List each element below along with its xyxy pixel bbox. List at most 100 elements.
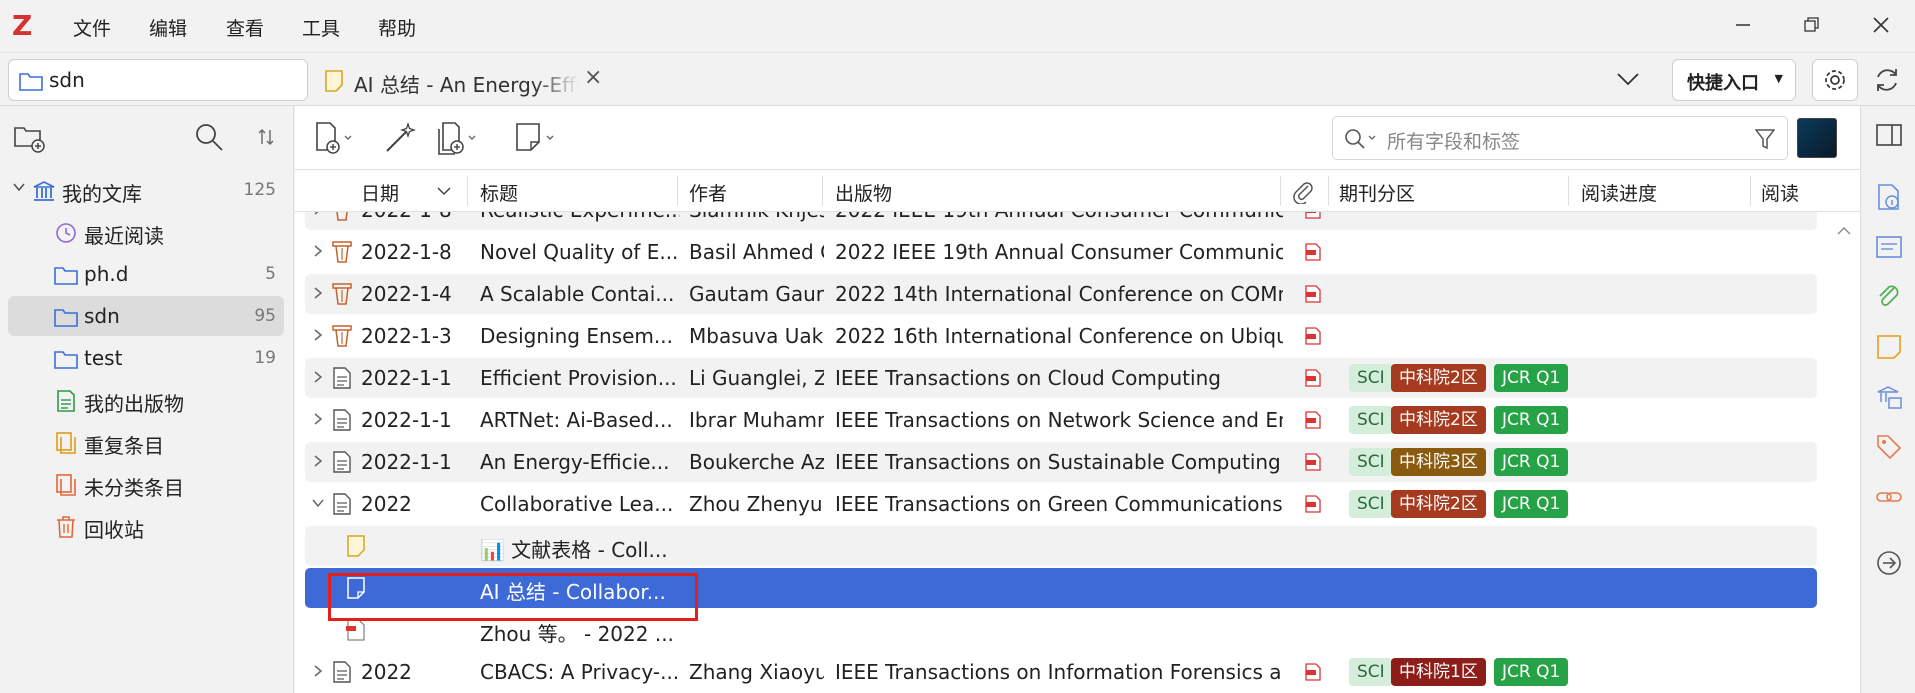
tag-sci: SCI: [1349, 406, 1393, 434]
filter-icon[interactable]: [1755, 128, 1775, 150]
abstract-icon[interactable]: [1874, 232, 1904, 262]
sort-descending-icon[interactable]: [437, 186, 451, 196]
conference-paper-icon: [332, 325, 352, 347]
new-item-icon[interactable]: [313, 120, 352, 156]
notes-icon[interactable]: [1874, 332, 1904, 362]
search-icon[interactable]: [192, 120, 226, 154]
close-window-icon[interactable]: [1866, 10, 1896, 40]
column-read-progress[interactable]: 阅读进度: [1581, 179, 1657, 206]
child-note-row[interactable]: 📊 文献表格 - Coll...: [305, 526, 1817, 566]
sort-icon[interactable]: [250, 120, 284, 154]
collection-count: 125: [243, 180, 276, 200]
collection-my-publications[interactable]: 我的出版物: [8, 380, 284, 420]
tag-jcr: JCR Q1: [1494, 448, 1569, 476]
chevron-right-icon[interactable]: [311, 286, 325, 300]
chevron-right-icon[interactable]: [311, 664, 325, 678]
recent-icon: [56, 223, 76, 243]
chevron-right-icon[interactable]: [311, 328, 325, 342]
pdf-icon[interactable]: [1305, 663, 1321, 681]
table-row[interactable]: 2022-1-3 Designing Ensem... Mbasuva Uakc…: [305, 316, 1817, 356]
tab-note[interactable]: AI 总结 - An Energy-Effic ×: [322, 59, 612, 101]
journal-article-icon: [333, 493, 351, 515]
toggle-pane-icon[interactable]: [1874, 120, 1904, 150]
add-by-identifier-icon[interactable]: [382, 120, 418, 156]
tab-library[interactable]: sdn: [8, 59, 308, 101]
gear-icon[interactable]: [1812, 59, 1858, 101]
chevron-down-icon[interactable]: [1612, 63, 1644, 95]
pdf-icon[interactable]: [1305, 495, 1321, 513]
collection-sdn[interactable]: sdn 95: [8, 296, 284, 336]
table-row[interactable]: 2022-1-1 An Energy-Efficie... Boukerche …: [305, 442, 1817, 482]
collection-recent[interactable]: 最近阅读: [8, 212, 284, 252]
collection-test[interactable]: test 19: [8, 338, 284, 378]
pdf-icon[interactable]: [1305, 243, 1321, 261]
add-attachment-icon[interactable]: [435, 120, 476, 156]
chevron-down-icon[interactable]: [311, 496, 325, 510]
sync-icon[interactable]: [1872, 65, 1904, 97]
restore-icon[interactable]: [1797, 10, 1827, 40]
table-row[interactable]: 2022-1-1 ARTNet: Ai-Based... Ibrar Muham…: [305, 400, 1817, 440]
chevron-right-icon[interactable]: [311, 244, 325, 258]
column-read[interactable]: 阅读: [1761, 179, 1799, 206]
tag-cas-rank: 中科院2区: [1391, 490, 1486, 518]
column-author[interactable]: 作者: [689, 179, 727, 206]
menu-edit[interactable]: 编辑: [149, 14, 187, 41]
minimize-icon[interactable]: [1728, 10, 1758, 40]
zotero-logo: Z: [12, 9, 33, 42]
tags-icon[interactable]: [1874, 432, 1904, 462]
chevron-down-icon[interactable]: [12, 180, 26, 194]
collection-duplicates[interactable]: 重复条目: [8, 422, 284, 462]
pdf-icon[interactable]: [1305, 369, 1321, 387]
column-journal-rank[interactable]: 期刊分区: [1339, 179, 1415, 206]
chevron-right-icon[interactable]: [311, 370, 325, 384]
collection-trash[interactable]: 回收站: [8, 506, 284, 546]
pdf-icon[interactable]: [1305, 212, 1321, 219]
table-row[interactable]: 2022 Collaborative Lea... Zhou Zhenyu, I…: [305, 484, 1817, 524]
menu-file[interactable]: 文件: [73, 14, 111, 41]
menu-view[interactable]: 查看: [226, 14, 264, 41]
journal-article-icon: [333, 661, 351, 683]
pdf-icon[interactable]: [1305, 327, 1321, 345]
info-icon[interactable]: [1874, 182, 1904, 212]
publications-icon: [57, 390, 75, 412]
scroll-up-icon[interactable]: [1837, 224, 1851, 240]
cell-author: Zhang Xiaoyu,: [689, 660, 824, 684]
avatar[interactable]: [1797, 118, 1837, 158]
search-input[interactable]: 所有字段和标签: [1332, 116, 1788, 160]
table-row[interactable]: 2022-1-8 Novel Quality of E... Basil Ahm…: [305, 232, 1817, 272]
cell-date: 2022-1-8: [361, 240, 452, 264]
close-icon[interactable]: ×: [584, 65, 602, 90]
new-collection-icon[interactable]: [12, 120, 46, 154]
column-publication[interactable]: 出版物: [835, 179, 892, 206]
menu-tools[interactable]: 工具: [302, 14, 340, 41]
chevron-right-icon[interactable]: [311, 212, 325, 216]
related-icon[interactable]: [1874, 482, 1904, 512]
search-icon[interactable]: [1343, 127, 1383, 151]
attachments-icon[interactable]: [1874, 282, 1904, 312]
pdf-icon[interactable]: [1305, 453, 1321, 471]
quick-access-button[interactable]: 快捷入口 ▼: [1672, 59, 1796, 101]
chevron-right-icon[interactable]: [311, 454, 325, 468]
chevron-right-icon[interactable]: [311, 412, 325, 426]
items-toolbar: 所有字段和标签: [295, 106, 1860, 170]
attachment-paperclip-icon[interactable]: [1291, 180, 1315, 204]
locate-icon[interactable]: [1874, 548, 1904, 578]
column-date[interactable]: 日期: [361, 179, 399, 206]
conference-paper-icon: [332, 241, 352, 263]
table-row[interactable]: 2022-1-1 Efficient Provision... Li Guang…: [305, 358, 1817, 398]
collection-unfiled[interactable]: 未分类条目: [8, 464, 284, 504]
new-note-icon[interactable]: [513, 120, 554, 156]
pdf-icon[interactable]: [1305, 411, 1321, 429]
table-row[interactable]: 2022 CBACS: A Privacy-... Zhang Xiaoyu, …: [305, 652, 1817, 692]
menu-help[interactable]: 帮助: [378, 14, 416, 41]
pdf-icon[interactable]: [1305, 285, 1321, 303]
column-title[interactable]: 标题: [480, 179, 518, 206]
tag-sci: SCI: [1349, 364, 1393, 392]
cell-title: Realistic Experime...: [480, 212, 680, 222]
collection-my-library[interactable]: 我的文库 125: [8, 170, 284, 210]
table-row[interactable]: 2022-1-4 A Scalable Contai... Gautam Gau…: [305, 274, 1817, 314]
libraries-collections-icon[interactable]: [1874, 382, 1904, 412]
collection-label: 回收站: [84, 518, 144, 542]
collection-phd[interactable]: ph.d 5: [8, 254, 284, 294]
table-row[interactable]: 2022-1-8 Realistic Experime... Siamnik K…: [305, 212, 1817, 230]
